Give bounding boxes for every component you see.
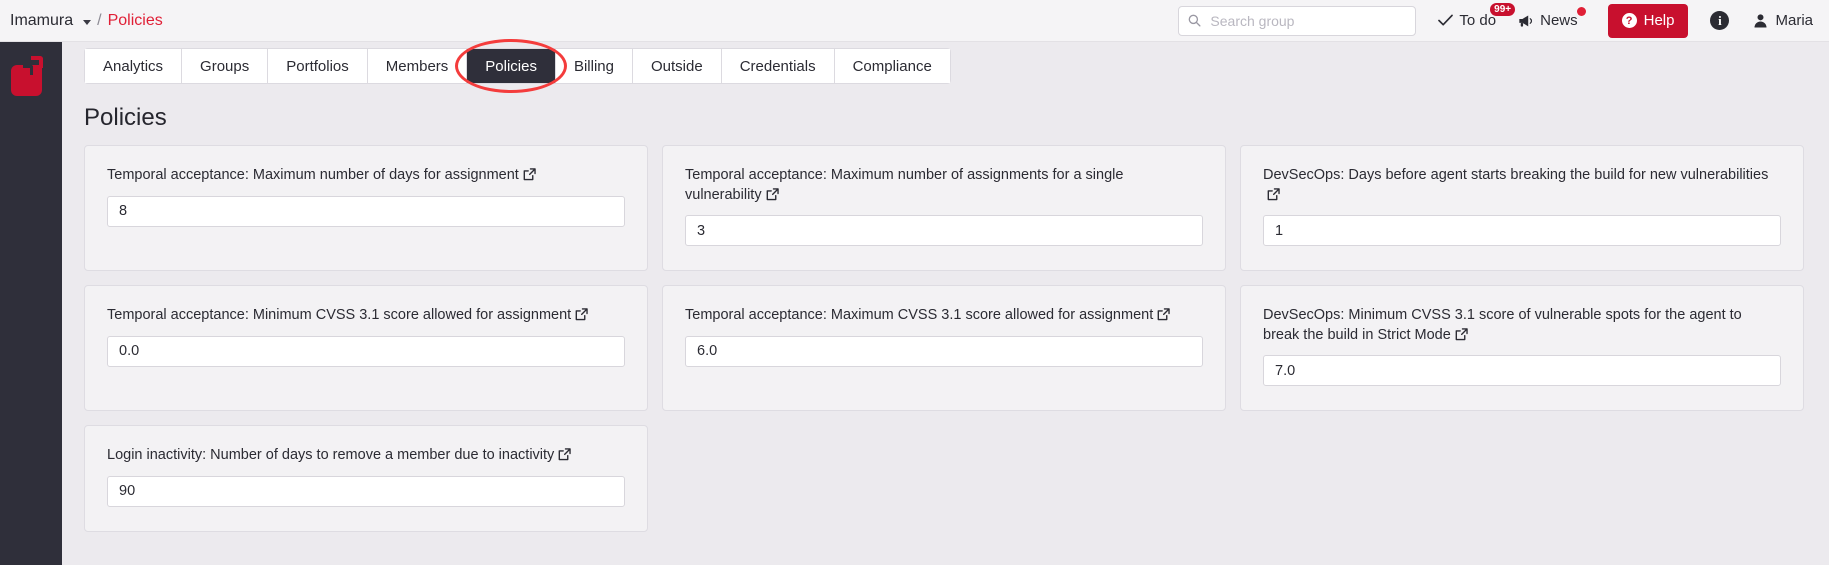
news-label: News [1540, 12, 1578, 29]
policy-card: DevSecOps: Minimum CVSS 3.1 score of vul… [1240, 285, 1804, 412]
tab-label: Credentials [739, 57, 816, 75]
tab-bar: Analytics Groups Portfolios Members Policies… [62, 39, 1829, 93]
check-icon [1438, 14, 1454, 26]
tab-label: Compliance [852, 57, 932, 75]
user-name-label: Maria [1775, 12, 1813, 29]
todo-count-badge: 99+ [1490, 3, 1516, 16]
top-header-bar: Imamura / Policies To do 99+ [0, 0, 1829, 42]
policy-value-input[interactable] [685, 335, 1203, 367]
policy-card: DevSecOps: Days before agent starts brea… [1240, 145, 1804, 272]
tab-label: Portfolios [286, 57, 349, 75]
policy-label: Login inactivity: Number of days to remo… [107, 446, 625, 466]
app-logo-icon[interactable] [11, 56, 51, 96]
search-input[interactable] [1179, 12, 1416, 29]
tab-members[interactable]: Members [367, 49, 468, 83]
main-content: Policies Temporal acceptance: Maximum nu… [62, 90, 1829, 565]
policy-label-text: Temporal acceptance: Maximum CVSS 3.1 sc… [685, 307, 1154, 324]
policy-label-text: Login inactivity: Number of days to remo… [107, 447, 555, 464]
tab-label: Analytics [103, 57, 164, 75]
tab-outside[interactable]: Outside [633, 49, 722, 83]
policy-value-input[interactable] [1263, 355, 1781, 387]
help-label: Help [1643, 12, 1675, 29]
search-box[interactable] [1178, 5, 1417, 36]
tab-label: Billing [573, 57, 614, 75]
policy-label-text: DevSecOps: Minimum CVSS 3.1 score of vul… [1263, 307, 1742, 343]
tab-list: Analytics Groups Portfolios Members Policies… [84, 39, 951, 93]
page-title: Policies [84, 104, 167, 131]
policy-card: Temporal acceptance: Maximum CVSS 3.1 sc… [662, 285, 1226, 412]
policy-label: Temporal acceptance: Minimum CVSS 3.1 sc… [107, 306, 625, 326]
breadcrumb-current[interactable]: Policies [108, 12, 163, 30]
policy-label-text: Temporal acceptance: Minimum CVSS 3.1 sc… [107, 307, 572, 324]
logo-bracket-inner [23, 65, 33, 75]
tab-label: Members [385, 57, 449, 75]
tab-label: Outside [651, 57, 703, 75]
policy-value-input[interactable] [1263, 215, 1781, 247]
user-menu[interactable]: Maria [1753, 12, 1813, 29]
tab-compliance[interactable]: Compliance [834, 49, 950, 83]
breadcrumb-org[interactable]: Imamura [10, 12, 73, 30]
external-link-icon[interactable] [558, 448, 572, 461]
tab-analytics[interactable]: Analytics [85, 49, 183, 83]
todo-label: To do [1459, 12, 1497, 29]
policy-label-text: Temporal acceptance: Maximum number of d… [107, 167, 519, 183]
policy-value-input[interactable] [107, 195, 625, 227]
policy-label: DevSecOps: Days before agent starts brea… [1263, 166, 1781, 205]
external-link-icon[interactable] [1267, 187, 1280, 201]
policy-card: Temporal acceptance: Maximum number of d… [84, 145, 648, 272]
external-link-icon[interactable] [575, 308, 588, 321]
help-button[interactable]: ? Help [1607, 3, 1689, 38]
policy-card: Temporal acceptance: Maximum number of a… [662, 145, 1226, 272]
policy-label: Temporal acceptance: Maximum CVSS 3.1 sc… [685, 306, 1203, 326]
question-mark-icon: ? [1621, 13, 1637, 28]
policy-card: Temporal acceptance: Minimum CVSS 3.1 sc… [84, 285, 648, 412]
chevron-down-icon[interactable] [83, 19, 92, 25]
tab-groups[interactable]: Groups [182, 49, 269, 83]
tab-label: Policies [485, 57, 537, 75]
left-sidebar [0, 42, 62, 565]
tab-credentials[interactable]: Credentials [721, 49, 835, 83]
policy-card: Login inactivity: Number of days to remo… [84, 425, 648, 532]
external-link-icon[interactable] [1455, 327, 1468, 341]
info-icon[interactable]: i [1710, 11, 1730, 30]
policy-card-grid: Temporal acceptance: Maximum number of d… [84, 145, 1804, 532]
policy-label: DevSecOps: Minimum CVSS 3.1 score of vul… [1263, 306, 1781, 345]
policy-label-text: DevSecOps: Days before agent starts brea… [1263, 167, 1769, 183]
external-link-icon[interactable] [766, 187, 779, 201]
external-link-icon[interactable] [1157, 308, 1170, 321]
breadcrumb: Imamura / Policies [0, 12, 163, 30]
policy-value-input[interactable] [107, 475, 625, 507]
tab-label: Groups [200, 57, 250, 75]
policy-value-input[interactable] [107, 335, 625, 367]
news-unread-dot [1576, 7, 1586, 16]
tab-policies[interactable]: Policies [455, 39, 567, 93]
external-link-icon[interactable] [523, 168, 536, 181]
megaphone-icon [1519, 14, 1533, 27]
policy-value-input[interactable] [685, 215, 1203, 247]
header-actions: To do 99+ News ? Help i Maria [1178, 0, 1829, 42]
breadcrumb-separator: / [97, 11, 102, 29]
tab-portfolios[interactable]: Portfolios [268, 49, 368, 83]
news-menu-item[interactable]: News [1518, 7, 1586, 29]
search-icon [1188, 14, 1201, 27]
policy-label: Temporal acceptance: Maximum number of d… [107, 166, 625, 186]
todo-menu-item[interactable]: To do 99+ [1438, 3, 1516, 29]
policy-label-text: Temporal acceptance: Maximum number of a… [685, 167, 1124, 203]
tab-billing[interactable]: Billing [555, 49, 633, 83]
avatar-icon [1754, 14, 1767, 28]
policy-label: Temporal acceptance: Maximum number of a… [685, 166, 1203, 205]
